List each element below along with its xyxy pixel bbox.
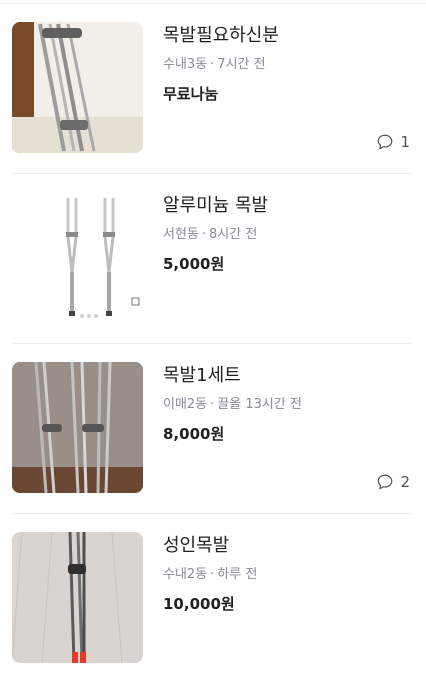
product-list: 목발필요하신분 수내3동 · 7시간 전 무료나눔 1 알루미늄 목발 서현동 …	[0, 4, 426, 684]
item-time: 끌올 13시간 전	[217, 397, 302, 412]
list-item[interactable]: 알루미늄 목발 서현동 · 8시간 전 5,000원	[12, 174, 412, 344]
chat-count-value: 2	[400, 473, 410, 491]
item-info: 목발1세트 이매2동 · 끌올 13시간 전 8,000원	[163, 364, 412, 445]
item-location: 서현동	[163, 227, 199, 242]
meta-separator: ·	[201, 227, 207, 242]
list-item[interactable]: 성인목발 수내2동 · 하루 전 10,000원	[12, 514, 412, 684]
item-time: 8시간 전	[209, 227, 258, 242]
product-thumbnail[interactable]	[12, 192, 143, 323]
item-title[interactable]: 알루미늄 목발	[163, 194, 412, 218]
chat-count: 2	[376, 473, 410, 491]
chat-bubble-icon	[378, 134, 393, 150]
list-item[interactable]: 목발1세트 이매2동 · 끌올 13시간 전 8,000원 2	[12, 344, 412, 514]
meta-separator: ·	[210, 57, 215, 72]
item-info: 성인목발 수내2동 · 하루 전 10,000원	[163, 534, 412, 615]
item-price: 8,000원	[163, 425, 225, 443]
item-meta: 수내3동 · 7시간 전	[163, 56, 412, 74]
meta-separator: ·	[210, 397, 215, 412]
item-location: 수내2동	[163, 567, 208, 582]
item-meta: 서현동 · 8시간 전	[163, 226, 412, 244]
item-time: 7시간 전	[217, 57, 266, 72]
product-thumbnail[interactable]	[12, 532, 143, 663]
item-location: 이매2동	[163, 397, 208, 412]
list-item[interactable]: 목발필요하신분 수내3동 · 7시간 전 무료나눔 1	[12, 4, 412, 174]
item-info: 알루미늄 목발 서현동 · 8시간 전 5,000원	[163, 194, 412, 275]
chat-bubble-icon	[378, 474, 393, 490]
item-location: 수내3동	[163, 57, 208, 72]
item-meta: 이매2동 · 끌올 13시간 전	[163, 396, 412, 414]
item-title[interactable]: 목발1세트	[163, 364, 412, 388]
product-thumbnail[interactable]	[12, 362, 143, 493]
item-info: 목발필요하신분 수내3동 · 7시간 전 무료나눔	[163, 24, 412, 105]
chat-count-value: 1	[400, 133, 410, 151]
item-price: 무료나눔	[163, 85, 219, 103]
item-title[interactable]: 성인목발	[163, 534, 412, 558]
item-title[interactable]: 목발필요하신분	[163, 24, 412, 48]
chat-count: 1	[376, 133, 410, 151]
meta-separator: ·	[210, 567, 215, 582]
item-meta: 수내2동 · 하루 전	[163, 566, 412, 584]
item-time: 하루 전	[217, 567, 258, 582]
product-thumbnail[interactable]	[12, 22, 143, 153]
item-price: 5,000원	[163, 255, 225, 273]
item-price: 10,000원	[163, 595, 235, 613]
